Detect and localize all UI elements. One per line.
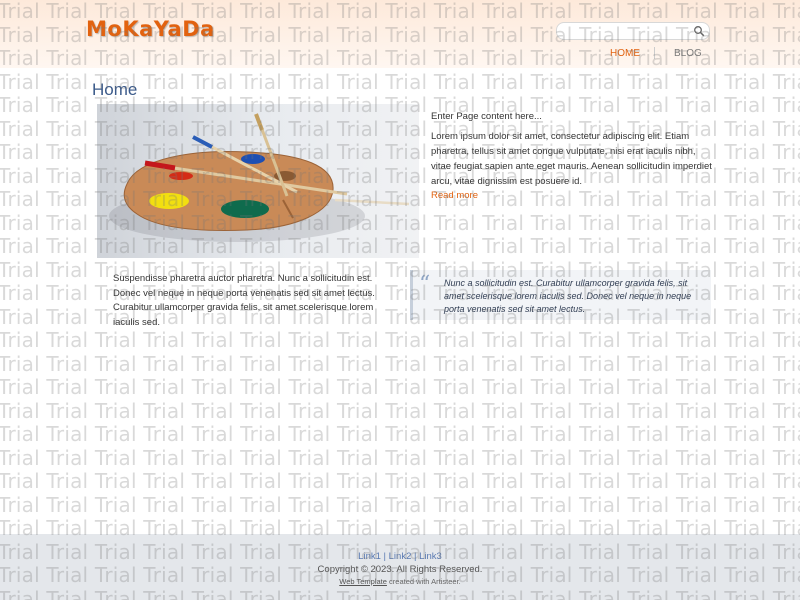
footer-links: Link1 | Link2 | Link3 <box>0 551 800 562</box>
blockquote: “ Nunc a sollicitudin est. Curabitur ull… <box>410 270 711 320</box>
nav-item-blog[interactable]: BLOG <box>674 48 702 59</box>
watermark-row: Trial Trial Trial Trial Trial Trial Tria… <box>0 328 800 352</box>
watermark-row: Trial Trial Trial Trial Trial Trial Tria… <box>0 398 800 423</box>
hero-image <box>97 104 419 258</box>
footer-separator: | <box>414 551 417 562</box>
credit-suffix: created with Artisteer. <box>386 577 461 586</box>
site-header: MoKaYaDa HOME BLOG <box>0 0 800 68</box>
footer-link-2[interactable]: Link2 <box>389 551 412 562</box>
footer-link-1[interactable]: Link1 <box>358 551 381 562</box>
web-template-link[interactable]: Web Template <box>339 577 387 586</box>
watermark-row: Trial Trial Trial Trial Trial Trial Tria… <box>0 375 800 399</box>
watermark-row: Trial Trial Trial Trial Trial Trial Tria… <box>0 351 800 376</box>
content-heading: Enter Page content here... <box>431 111 542 122</box>
site-logo[interactable]: MoKaYaDa <box>86 17 215 41</box>
footer-separator: | <box>383 551 386 562</box>
page-title: Home <box>92 80 138 99</box>
nav-item-home[interactable]: HOME <box>610 48 640 59</box>
watermark-row: Trial Trial Trial Trial Trial Trial Tria… <box>0 445 800 470</box>
quote-text: Nunc a sollicitudin est. Curabitur ullam… <box>444 278 692 314</box>
watermark-row: Trial Trial Trial Trial Trial Trial Tria… <box>0 469 800 493</box>
read-more-link[interactable]: Read more <box>431 190 478 201</box>
nav-divider <box>654 47 655 59</box>
watermark-row: Trial Trial Trial Trial Trial Trial Tria… <box>0 492 800 517</box>
footer-link-3[interactable]: Link3 <box>419 551 442 562</box>
copyright-text: Copyright © 2023. All Rights Reserved. <box>317 564 483 575</box>
search-box[interactable] <box>556 22 710 40</box>
search-icon[interactable] <box>693 25 705 37</box>
intro-paragraph: Lorem ipsum dolor sit amet, consectetur … <box>431 131 712 187</box>
search-input[interactable] <box>563 24 683 38</box>
quote-icon: “ <box>419 272 431 297</box>
watermark-row: Trial Trial Trial Trial Trial Trial Tria… <box>0 422 800 446</box>
column-paragraph: Suspendisse pharetra auctor pharetra. Nu… <box>113 273 375 328</box>
site-footer: Link1 | Link2 | Link3 Copyright © 2023. … <box>0 534 800 600</box>
credit-text: Web Template created with Artisteer. <box>0 577 800 586</box>
paint-palette-illustration <box>109 113 410 242</box>
